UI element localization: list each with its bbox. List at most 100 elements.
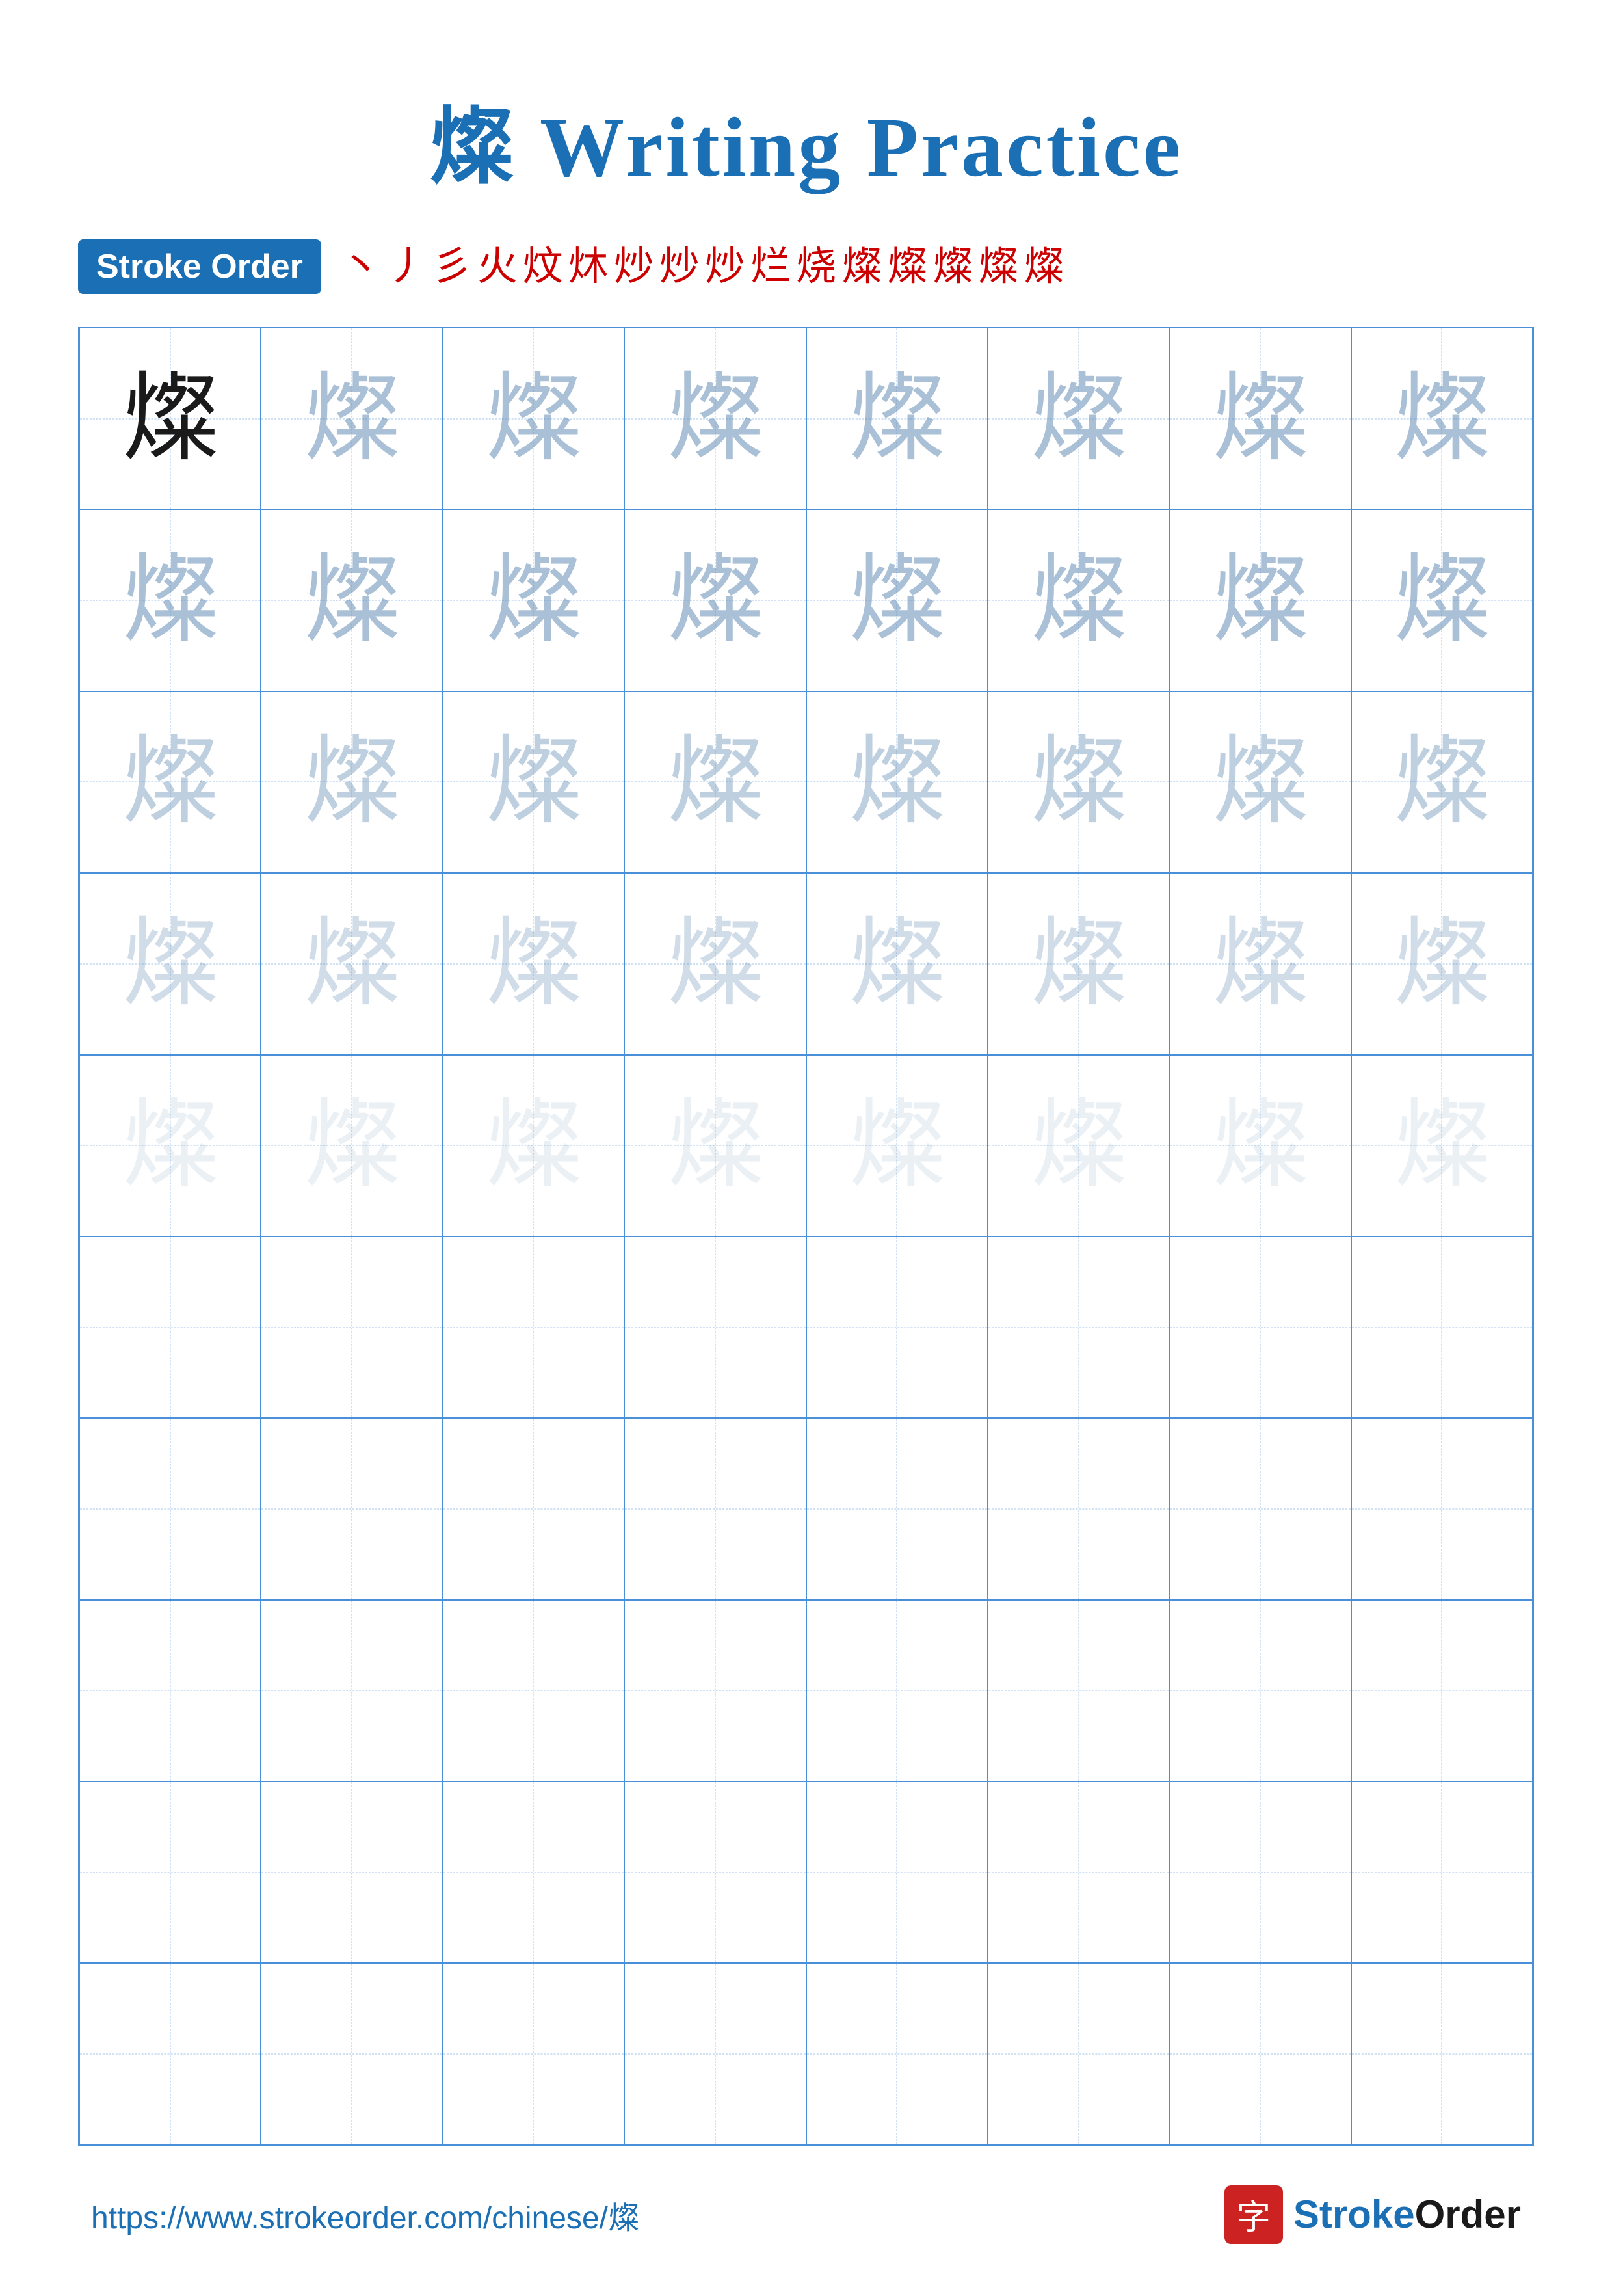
grid-cell-3-2[interactable]: 燦 (261, 691, 442, 873)
grid-cell-7-8[interactable]: 燦 (1351, 1418, 1533, 1599)
stroke-7: 炒 (614, 247, 654, 287)
title-character: 燦 (429, 101, 516, 194)
stroke-11: 烧 (796, 247, 836, 287)
grid-cell-2-8[interactable]: 燦 (1351, 509, 1533, 691)
stroke-10: 烂 (750, 247, 791, 287)
grid-cell-6-3[interactable]: 燦 (443, 1236, 624, 1418)
grid-cell-9-5[interactable]: 燦 (806, 1782, 988, 1963)
grid-cell-7-6[interactable]: 燦 (988, 1418, 1169, 1599)
grid-cell-8-6[interactable]: 燦 (988, 1600, 1169, 1782)
grid-cell-6-1[interactable]: 燦 (79, 1236, 261, 1418)
grid-cell-5-2[interactable]: 燦 (261, 1055, 442, 1236)
grid-cell-5-1[interactable]: 燦 (79, 1055, 261, 1236)
grid-cell-1-1[interactable]: 燦 (79, 328, 261, 509)
grid-cell-8-3[interactable]: 燦 (443, 1600, 624, 1782)
grid-cell-8-5[interactable]: 燦 (806, 1600, 988, 1782)
grid-cell-9-6[interactable]: 燦 (988, 1782, 1169, 1963)
cell-char: 燦 (1393, 2005, 1490, 2103)
grid-cell-1-4[interactable]: 燦 (624, 328, 806, 509)
grid-cell-1-2[interactable]: 燦 (261, 328, 442, 509)
cell-char: 燦 (122, 552, 219, 649)
grid-cell-10-7[interactable]: 燦 (1169, 1963, 1351, 2144)
grid-cell-8-2[interactable]: 燦 (261, 1600, 442, 1782)
grid-cell-9-7[interactable]: 燦 (1169, 1782, 1351, 1963)
cell-char: 燦 (1211, 915, 1309, 1013)
grid-cell-4-6[interactable]: 燦 (988, 873, 1169, 1054)
grid-cell-4-5[interactable]: 燦 (806, 873, 988, 1054)
grid-cell-2-7[interactable]: 燦 (1169, 509, 1351, 691)
grid-cell-1-8[interactable]: 燦 (1351, 328, 1533, 509)
grid-cell-6-7[interactable]: 燦 (1169, 1236, 1351, 1418)
grid-cell-2-6[interactable]: 燦 (988, 509, 1169, 691)
cell-char: 燦 (122, 733, 219, 831)
grid-cell-3-5[interactable]: 燦 (806, 691, 988, 873)
grid-cell-7-7[interactable]: 燦 (1169, 1418, 1351, 1599)
grid-cell-7-4[interactable]: 燦 (624, 1418, 806, 1599)
grid-cell-5-5[interactable]: 燦 (806, 1055, 988, 1236)
grid-cell-2-4[interactable]: 燦 (624, 509, 806, 691)
grid-cell-4-4[interactable]: 燦 (624, 873, 806, 1054)
grid-cell-4-3[interactable]: 燦 (443, 873, 624, 1054)
grid-cell-9-1[interactable]: 燦 (79, 1782, 261, 1963)
footer-url[interactable]: https://www.strokeorder.com/chinese/燦 (91, 2192, 639, 2237)
cell-char: 燦 (1211, 552, 1309, 649)
grid-cell-3-7[interactable]: 燦 (1169, 691, 1351, 873)
grid-cell-6-6[interactable]: 燦 (988, 1236, 1169, 1418)
grid-cell-10-6[interactable]: 燦 (988, 1963, 1169, 2144)
grid-cell-10-1[interactable]: 燦 (79, 1963, 261, 2144)
cell-char: 燦 (667, 1097, 764, 1194)
grid-cell-1-6[interactable]: 燦 (988, 328, 1169, 509)
grid-cell-10-4[interactable]: 燦 (624, 1963, 806, 2144)
grid-cell-4-1[interactable]: 燦 (79, 873, 261, 1054)
grid-cell-5-8[interactable]: 燦 (1351, 1055, 1533, 1236)
grid-cell-5-6[interactable]: 燦 (988, 1055, 1169, 1236)
grid-cell-5-3[interactable]: 燦 (443, 1055, 624, 1236)
grid-cell-6-4[interactable]: 燦 (624, 1236, 806, 1418)
grid-cell-9-4[interactable]: 燦 (624, 1782, 806, 1963)
grid-cell-3-1[interactable]: 燦 (79, 691, 261, 873)
grid-row-5: 燦 燦 燦 燦 燦 燦 燦 燦 (79, 1055, 1533, 1236)
grid-cell-4-7[interactable]: 燦 (1169, 873, 1351, 1054)
cell-char: 燦 (1030, 733, 1128, 831)
grid-cell-8-8[interactable]: 燦 (1351, 1600, 1533, 1782)
grid-cell-9-8[interactable]: 燦 (1351, 1782, 1533, 1963)
grid-cell-2-1[interactable]: 燦 (79, 509, 261, 691)
grid-cell-10-5[interactable]: 燦 (806, 1963, 988, 2144)
grid-cell-7-2[interactable]: 燦 (261, 1418, 442, 1599)
grid-cell-2-5[interactable]: 燦 (806, 509, 988, 691)
grid-cell-9-3[interactable]: 燦 (443, 1782, 624, 1963)
grid-cell-8-7[interactable]: 燦 (1169, 1600, 1351, 1782)
cell-char: 燦 (303, 1642, 401, 1739)
cell-char: 燦 (484, 1642, 582, 1739)
grid-cell-3-3[interactable]: 燦 (443, 691, 624, 873)
grid-cell-10-8[interactable]: 燦 (1351, 1963, 1533, 2144)
cell-char: 燦 (122, 1642, 219, 1739)
grid-cell-6-5[interactable]: 燦 (806, 1236, 988, 1418)
grid-cell-6-2[interactable]: 燦 (261, 1236, 442, 1418)
cell-char: 燦 (122, 1279, 219, 1376)
grid-cell-1-7[interactable]: 燦 (1169, 328, 1351, 509)
grid-cell-4-8[interactable]: 燦 (1351, 873, 1533, 1054)
grid-cell-7-1[interactable]: 燦 (79, 1418, 261, 1599)
grid-cell-2-2[interactable]: 燦 (261, 509, 442, 691)
grid-cell-2-3[interactable]: 燦 (443, 509, 624, 691)
grid-cell-6-8[interactable]: 燦 (1351, 1236, 1533, 1418)
cell-char: 燦 (303, 1824, 401, 1921)
cell-char: 燦 (1211, 2005, 1309, 2103)
grid-cell-8-4[interactable]: 燦 (624, 1600, 806, 1782)
grid-cell-3-6[interactable]: 燦 (988, 691, 1169, 873)
grid-cell-4-2[interactable]: 燦 (261, 873, 442, 1054)
grid-cell-7-5[interactable]: 燦 (806, 1418, 988, 1599)
grid-cell-5-4[interactable]: 燦 (624, 1055, 806, 1236)
grid-cell-8-1[interactable]: 燦 (79, 1600, 261, 1782)
grid-cell-9-2[interactable]: 燦 (261, 1782, 442, 1963)
grid-cell-3-4[interactable]: 燦 (624, 691, 806, 873)
grid-cell-1-3[interactable]: 燦 (443, 328, 624, 509)
grid-cell-7-3[interactable]: 燦 (443, 1418, 624, 1599)
grid-cell-10-2[interactable]: 燦 (261, 1963, 442, 2144)
grid-row-10: 燦 燦 燦 燦 燦 燦 燦 燦 (79, 1963, 1533, 2144)
grid-cell-3-8[interactable]: 燦 (1351, 691, 1533, 873)
grid-cell-1-5[interactable]: 燦 (806, 328, 988, 509)
grid-cell-10-3[interactable]: 燦 (443, 1963, 624, 2144)
grid-cell-5-7[interactable]: 燦 (1169, 1055, 1351, 1236)
